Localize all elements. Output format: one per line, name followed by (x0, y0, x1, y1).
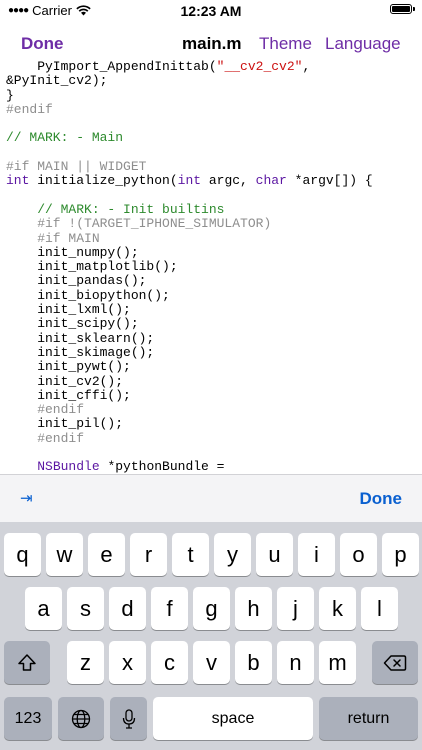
key-q[interactable]: q (4, 533, 41, 576)
status-time: 12:23 AM (180, 3, 242, 19)
key-w[interactable]: w (46, 533, 83, 576)
key-a[interactable]: a (25, 587, 62, 630)
status-right (390, 4, 415, 14)
code-line[interactable]: init_matplotlib(); (6, 259, 422, 274)
code-line[interactable]: #endif (6, 431, 422, 446)
key-u[interactable]: u (256, 533, 293, 576)
key-t[interactable]: t (172, 533, 209, 576)
code-line[interactable]: #if MAIN (6, 231, 422, 246)
code-line[interactable]: init_sklearn(); (6, 331, 422, 346)
code-line[interactable]: init_cffi(); (6, 388, 422, 403)
code-line[interactable]: init_cv2(); (6, 374, 422, 389)
key-v[interactable]: v (193, 641, 230, 684)
code-line[interactable] (6, 146, 422, 160)
code-line[interactable]: init_numpy(); (6, 245, 422, 260)
theme-button[interactable]: Theme (259, 34, 312, 54)
code-line[interactable]: init_pandas(); (6, 274, 422, 289)
code-line[interactable]: init_scipy(); (6, 317, 422, 332)
key-x[interactable]: x (109, 641, 146, 684)
code-line[interactable]: int initialize_python(int argc, char *ar… (6, 174, 422, 189)
keyboard-done-button[interactable]: Done (360, 489, 403, 509)
microphone-icon (122, 708, 135, 729)
key-o[interactable]: o (340, 533, 377, 576)
code-line[interactable]: init_pil(); (6, 417, 422, 432)
key-z[interactable]: z (67, 641, 104, 684)
key-j[interactable]: j (277, 587, 314, 630)
numbers-key[interactable]: 123 (4, 697, 52, 740)
language-button[interactable]: Language (325, 34, 401, 54)
code-line[interactable]: #endif (6, 402, 422, 417)
key-r[interactable]: r (130, 533, 167, 576)
key-i[interactable]: i (298, 533, 335, 576)
code-line[interactable]: init_biopython(); (6, 288, 422, 303)
key-b[interactable]: b (235, 641, 272, 684)
code-lines[interactable]: PyImport_AppendInittab("__cv2_cv2", &PyIn… (0, 60, 422, 474)
keyboard: q w e r t y u i o p a s d f g h j k l z … (0, 522, 422, 750)
key-k[interactable]: k (319, 587, 356, 630)
done-button[interactable]: Done (21, 34, 64, 54)
key-e[interactable]: e (88, 533, 125, 576)
key-h[interactable]: h (235, 587, 272, 630)
code-line[interactable]: PyImport_AppendInittab("__cv2_cv2", (6, 60, 422, 74)
key-g[interactable]: g (193, 587, 230, 630)
key-p[interactable]: p (382, 533, 419, 576)
globe-icon (71, 709, 91, 728)
status-bar: ●●●● Carrier 12:23 AM (0, 0, 422, 22)
code-line[interactable]: #endif (6, 102, 422, 117)
code-line[interactable]: #if MAIN || WIDGET (6, 159, 422, 174)
delete-icon (383, 654, 407, 671)
code-line[interactable]: &PyInit_cv2); (6, 73, 422, 88)
code-line[interactable]: // MARK: - Main (6, 131, 422, 145)
microphone-key[interactable] (110, 697, 147, 740)
return-key[interactable]: return (319, 697, 418, 740)
code-line[interactable]: init_lxml(); (6, 302, 422, 317)
key-c[interactable]: c (151, 641, 188, 684)
key-s[interactable]: s (67, 587, 104, 630)
key-d[interactable]: d (109, 587, 146, 630)
code-line[interactable]: // MARK: - Init builtins (6, 202, 422, 217)
code-line[interactable]: NSBundle *pythonBundle = (6, 460, 422, 474)
code-line[interactable]: #if !(TARGET_IPHONE_SIMULATOR) (6, 217, 422, 231)
battery-fill (392, 6, 410, 12)
code-line[interactable]: } (6, 88, 422, 103)
code-line[interactable] (6, 189, 422, 203)
tab-key-button[interactable]: ⇥ (20, 489, 33, 507)
key-n[interactable]: n (277, 641, 314, 684)
delete-key[interactable] (372, 641, 418, 684)
code-line[interactable]: init_pywt(); (6, 359, 422, 374)
key-l[interactable]: l (361, 587, 398, 630)
key-f[interactable]: f (151, 587, 188, 630)
file-title: main.m (182, 34, 242, 53)
key-y[interactable]: y (214, 533, 251, 576)
code-line[interactable]: init_skimage(); (6, 345, 422, 360)
shift-key[interactable] (4, 641, 50, 684)
battery-icon (390, 4, 415, 14)
space-key[interactable]: space (153, 697, 313, 740)
keyboard-accessory-bar: ⇥ Done (0, 474, 422, 523)
shift-icon (18, 653, 36, 671)
code-line[interactable] (6, 117, 422, 131)
code-line[interactable] (6, 446, 422, 460)
key-m[interactable]: m (319, 641, 356, 684)
code-editor[interactable]: PyImport_AppendInittab("__cv2_cv2", &PyIn… (0, 60, 422, 474)
globe-key[interactable] (58, 697, 104, 740)
